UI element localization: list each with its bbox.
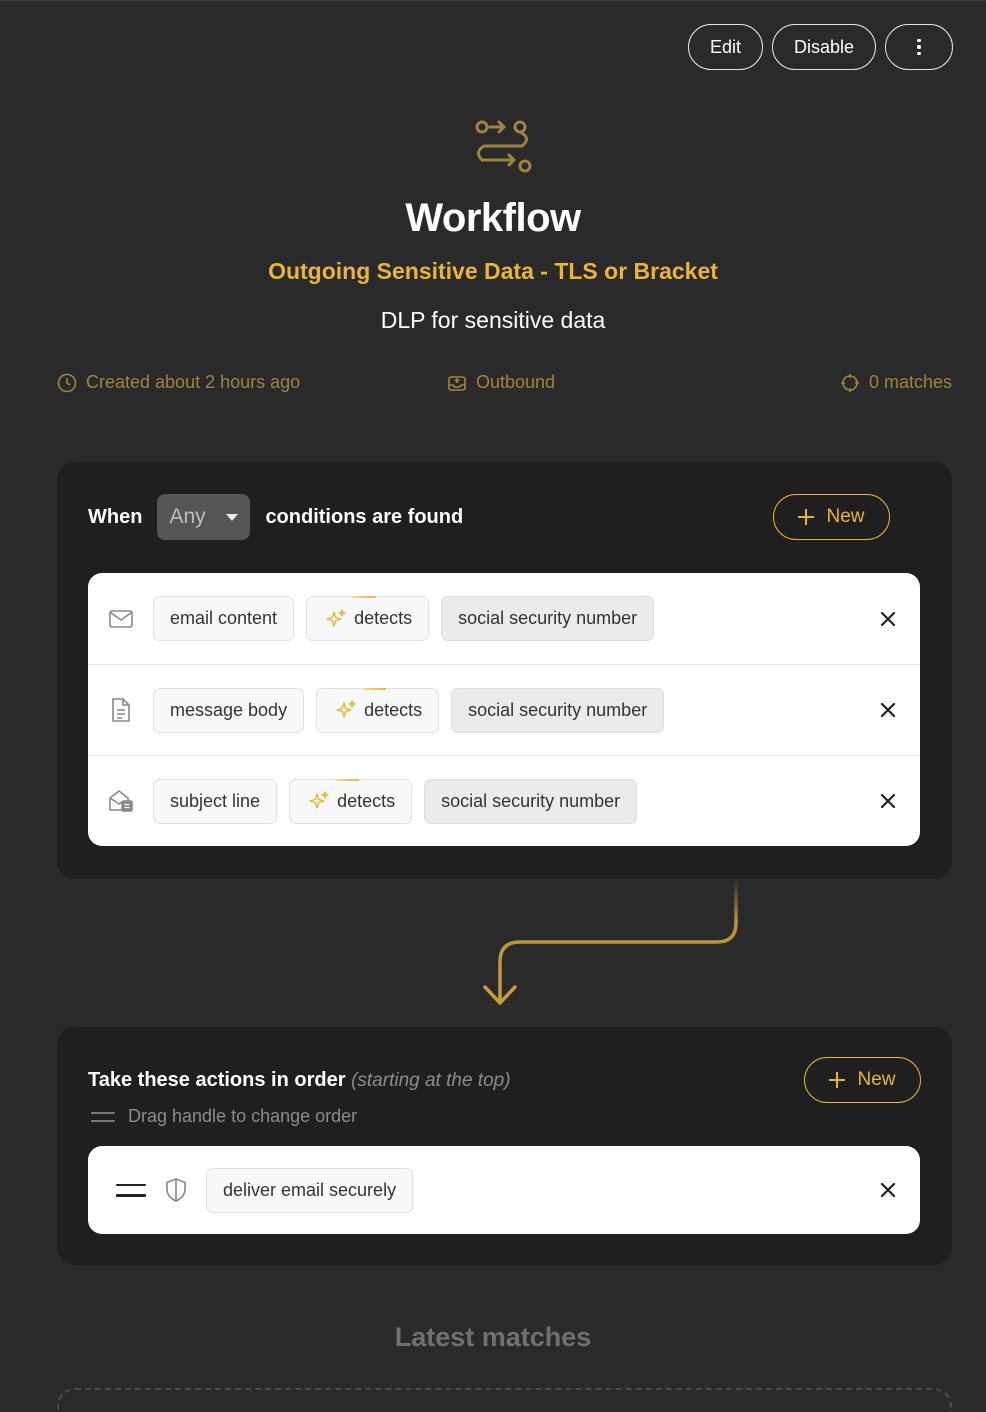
page-title: Workflow: [405, 196, 581, 240]
workflow-name: Outgoing Sensitive Data - TLS or Bracket: [268, 258, 718, 284]
close-icon[interactable]: [878, 1180, 898, 1200]
condition-operator-label: detects: [364, 699, 423, 720]
condition-row: subject line detects social security num…: [88, 755, 920, 846]
condition-field-chip[interactable]: message body: [153, 687, 305, 733]
condition-chips: subject line detects social security num…: [153, 778, 638, 824]
actions-title-text: Take these actions in order: [88, 1069, 346, 1091]
drag-handle[interactable]: [116, 1183, 146, 1197]
close-icon[interactable]: [878, 609, 898, 629]
sparkle-icon: [309, 791, 329, 809]
conditions-panel: When Any conditions are found New email …: [57, 462, 952, 879]
workflow-description: DLP for sensitive data: [380, 307, 606, 333]
conditions-list: email content detects social security nu…: [88, 573, 920, 846]
when-label: When: [88, 505, 143, 528]
crosshair-icon: [840, 373, 859, 392]
sparkle-icon: [326, 608, 346, 627]
edit-button[interactable]: Edit: [687, 24, 763, 70]
close-icon[interactable]: [878, 791, 898, 811]
top-divider: [0, 0, 986, 1]
meta-created: Created about 2 hours ago: [57, 372, 300, 393]
condition-mode-select[interactable]: Any: [157, 494, 251, 540]
condition-operator-label: detects: [354, 608, 413, 628]
drag-handle-icon: [91, 1111, 115, 1122]
workflow-icon: [475, 120, 532, 173]
condition-chips: message body detects social security num…: [153, 687, 665, 733]
document-icon: [112, 698, 130, 722]
condition-operator-label: detects: [337, 790, 396, 811]
mail-icon: [109, 609, 133, 628]
condition-row: email content detects social security nu…: [88, 573, 920, 664]
condition-chips: email content detects social security nu…: [153, 596, 655, 641]
close-icon[interactable]: [878, 700, 898, 720]
action-row: deliver email securely: [88, 1146, 920, 1234]
more-vertical-icon: [917, 38, 921, 56]
condition-value-chip[interactable]: social security number: [451, 687, 665, 733]
condition-operator-chip[interactable]: detects: [306, 596, 430, 641]
matches-text: 0 matches: [868, 372, 952, 392]
sparkle-icon: [336, 700, 356, 718]
actions-list: deliver email securely: [88, 1146, 920, 1234]
created-text: Created about 2 hours ago: [86, 372, 301, 392]
disable-button[interactable]: Disable: [771, 24, 876, 70]
condition-operator-chip[interactable]: detects: [289, 778, 413, 824]
new-condition-label: New: [826, 506, 865, 527]
new-condition-button[interactable]: New: [773, 494, 890, 540]
more-options-button[interactable]: [885, 24, 953, 70]
flow-arrow-icon: [483, 879, 738, 1005]
condition-row: message body detects social security num…: [88, 664, 920, 755]
actions-title: Take these actions in order (starting at…: [88, 1069, 511, 1092]
new-action-label: New: [857, 1069, 896, 1090]
shield-icon: [166, 1178, 186, 1202]
condition-value-chip[interactable]: social security number: [441, 596, 655, 641]
condition-mode-value: Any: [169, 505, 206, 528]
clock-icon: [57, 373, 77, 392]
actions-panel: Take these actions in order (starting at…: [57, 1027, 952, 1265]
conditions-header: When Any conditions are found New: [88, 494, 921, 540]
subject-mail-icon: [109, 790, 133, 812]
caret-down-icon: [226, 513, 239, 521]
condition-field-chip[interactable]: email content: [153, 596, 295, 641]
latest-matches-title: Latest matches: [394, 1322, 592, 1352]
plus-icon: [829, 1072, 846, 1088]
condition-field-chip[interactable]: subject line: [153, 778, 278, 824]
meta-direction: Outbound: [447, 372, 555, 393]
direction-text: Outbound: [476, 372, 556, 392]
condition-operator-chip[interactable]: detects: [316, 687, 440, 733]
drag-hint-text: Drag handle to change order: [128, 1106, 358, 1126]
action-chip[interactable]: deliver email securely: [206, 1167, 414, 1213]
condition-value-chip[interactable]: social security number: [424, 778, 638, 824]
conditions-suffix: conditions are found: [265, 505, 464, 528]
new-action-button[interactable]: New: [804, 1057, 921, 1103]
latest-matches-placeholder: [57, 1388, 952, 1412]
plus-icon: [798, 509, 815, 525]
header-actions: Edit Disable: [687, 24, 953, 70]
actions-title-hint: (starting at the top): [351, 1070, 511, 1091]
outbox-icon: [448, 375, 466, 391]
meta-matches: 0 matches: [840, 372, 952, 393]
drag-hint: Drag handle to change order: [91, 1106, 357, 1127]
